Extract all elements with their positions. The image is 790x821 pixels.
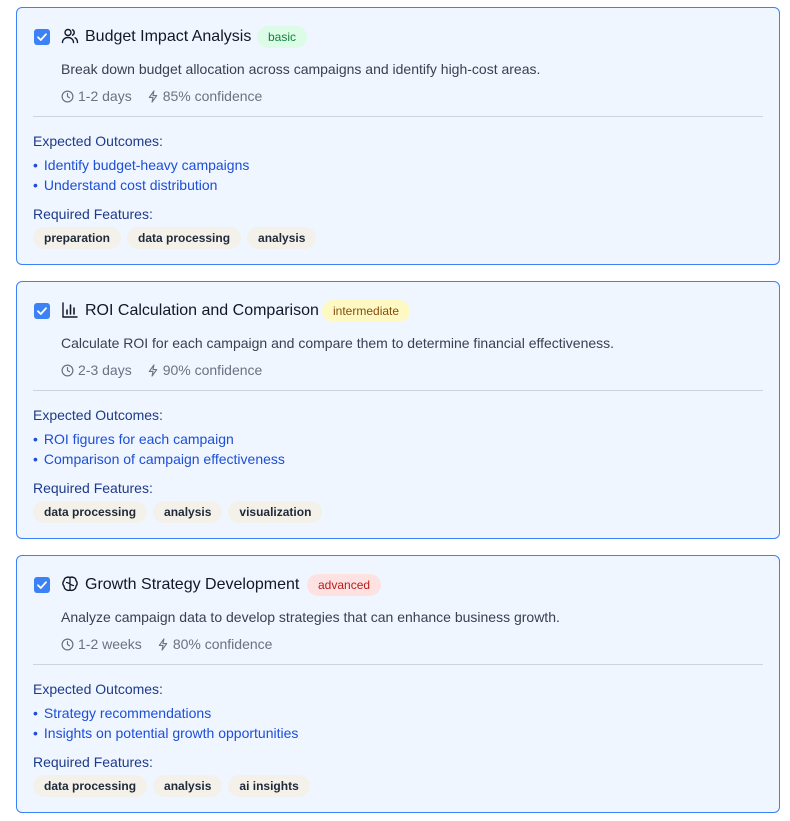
features-label: Required Features: [33, 754, 153, 770]
select-checkbox[interactable] [34, 303, 50, 319]
outcomes-list: ROI figures for each campaign Comparison… [33, 429, 285, 469]
outcomes-list: Identify budget-heavy campaigns Understa… [33, 155, 249, 195]
divider [33, 116, 763, 117]
select-checkbox[interactable] [34, 577, 50, 593]
clock-icon [61, 638, 74, 650]
confidence-text: 80% confidence [172, 636, 273, 652]
level-badge: advanced [307, 574, 382, 596]
feature-tag: analysis [153, 775, 223, 797]
bar-chart-icon [62, 302, 78, 318]
duration-text: 2-3 days [78, 362, 132, 378]
card-meta: 2-3 days 90% confidence [61, 361, 262, 379]
outcomes-list: Strategy recommendations Insights on pot… [33, 703, 299, 743]
check-icon [37, 307, 47, 315]
card-title: Budget Impact Analysis [85, 28, 252, 45]
feature-tag: ai insights [228, 775, 310, 797]
card-meta: 1-2 weeks 80% confidence [61, 635, 272, 653]
level-badge: basic [257, 26, 308, 48]
features-list: preparation data processing analysis [33, 227, 317, 249]
users-icon [61, 28, 79, 44]
lightning-icon [148, 363, 157, 377]
outcome-item: Identify budget-heavy campaigns [33, 155, 249, 175]
outcome-item: ROI figures for each campaign [33, 429, 285, 449]
card-meta: 1-2 days 85% confidence [61, 87, 262, 105]
feature-tag: data processing [33, 775, 148, 797]
feature-tag: data processing [127, 227, 242, 249]
features-list: data processing analysis visualization [33, 501, 323, 523]
outcome-item: Comparison of campaign effectiveness [33, 449, 285, 469]
check-icon [37, 581, 47, 589]
outcome-item: Insights on potential growth opportuniti… [33, 723, 299, 743]
lightning-icon [148, 89, 157, 103]
clock-icon [61, 90, 74, 102]
outcome-item: Understand cost distribution [33, 175, 249, 195]
lightning-icon [158, 637, 168, 651]
card-title: Growth Strategy Development [85, 576, 300, 593]
analysis-card[interactable]: ROI Calculation and Comparison intermedi… [16, 281, 780, 539]
card-description: Analyze campaign data to develop strateg… [61, 609, 560, 625]
brain-icon [62, 576, 78, 592]
duration-text: 1-2 weeks [78, 636, 142, 652]
card-description: Calculate ROI for each campaign and comp… [61, 335, 615, 351]
outcomes-label: Expected Outcomes: [33, 681, 163, 697]
feature-tag: analysis [153, 501, 223, 523]
outcome-item: Strategy recommendations [33, 703, 298, 723]
outcomes-label: Expected Outcomes: [33, 133, 163, 149]
divider [33, 390, 763, 391]
clock-icon [61, 364, 74, 376]
analysis-card[interactable]: Growth Strategy Development advanced Ana… [16, 555, 780, 813]
confidence-text: 85% confidence [162, 88, 263, 104]
feature-tag: preparation [33, 227, 122, 249]
outcomes-label: Expected Outcomes: [33, 407, 163, 423]
confidence-text: 90% confidence [162, 362, 263, 378]
card-title: ROI Calculation and Comparison [85, 302, 319, 319]
feature-tag: visualization [228, 501, 323, 523]
features-label: Required Features: [33, 206, 153, 222]
divider [33, 664, 763, 665]
select-checkbox[interactable] [34, 29, 50, 45]
features-label: Required Features: [33, 480, 153, 496]
level-badge: intermediate [322, 300, 411, 322]
check-icon [37, 33, 47, 41]
features-list: data processing analysis ai insights [33, 775, 310, 797]
analysis-card[interactable]: Budget Impact Analysis basic Break down … [16, 7, 780, 265]
feature-tag: analysis [247, 227, 317, 249]
card-description: Break down budget allocation across camp… [61, 61, 541, 77]
feature-tag: data processing [33, 501, 148, 523]
duration-text: 1-2 days [78, 88, 132, 104]
